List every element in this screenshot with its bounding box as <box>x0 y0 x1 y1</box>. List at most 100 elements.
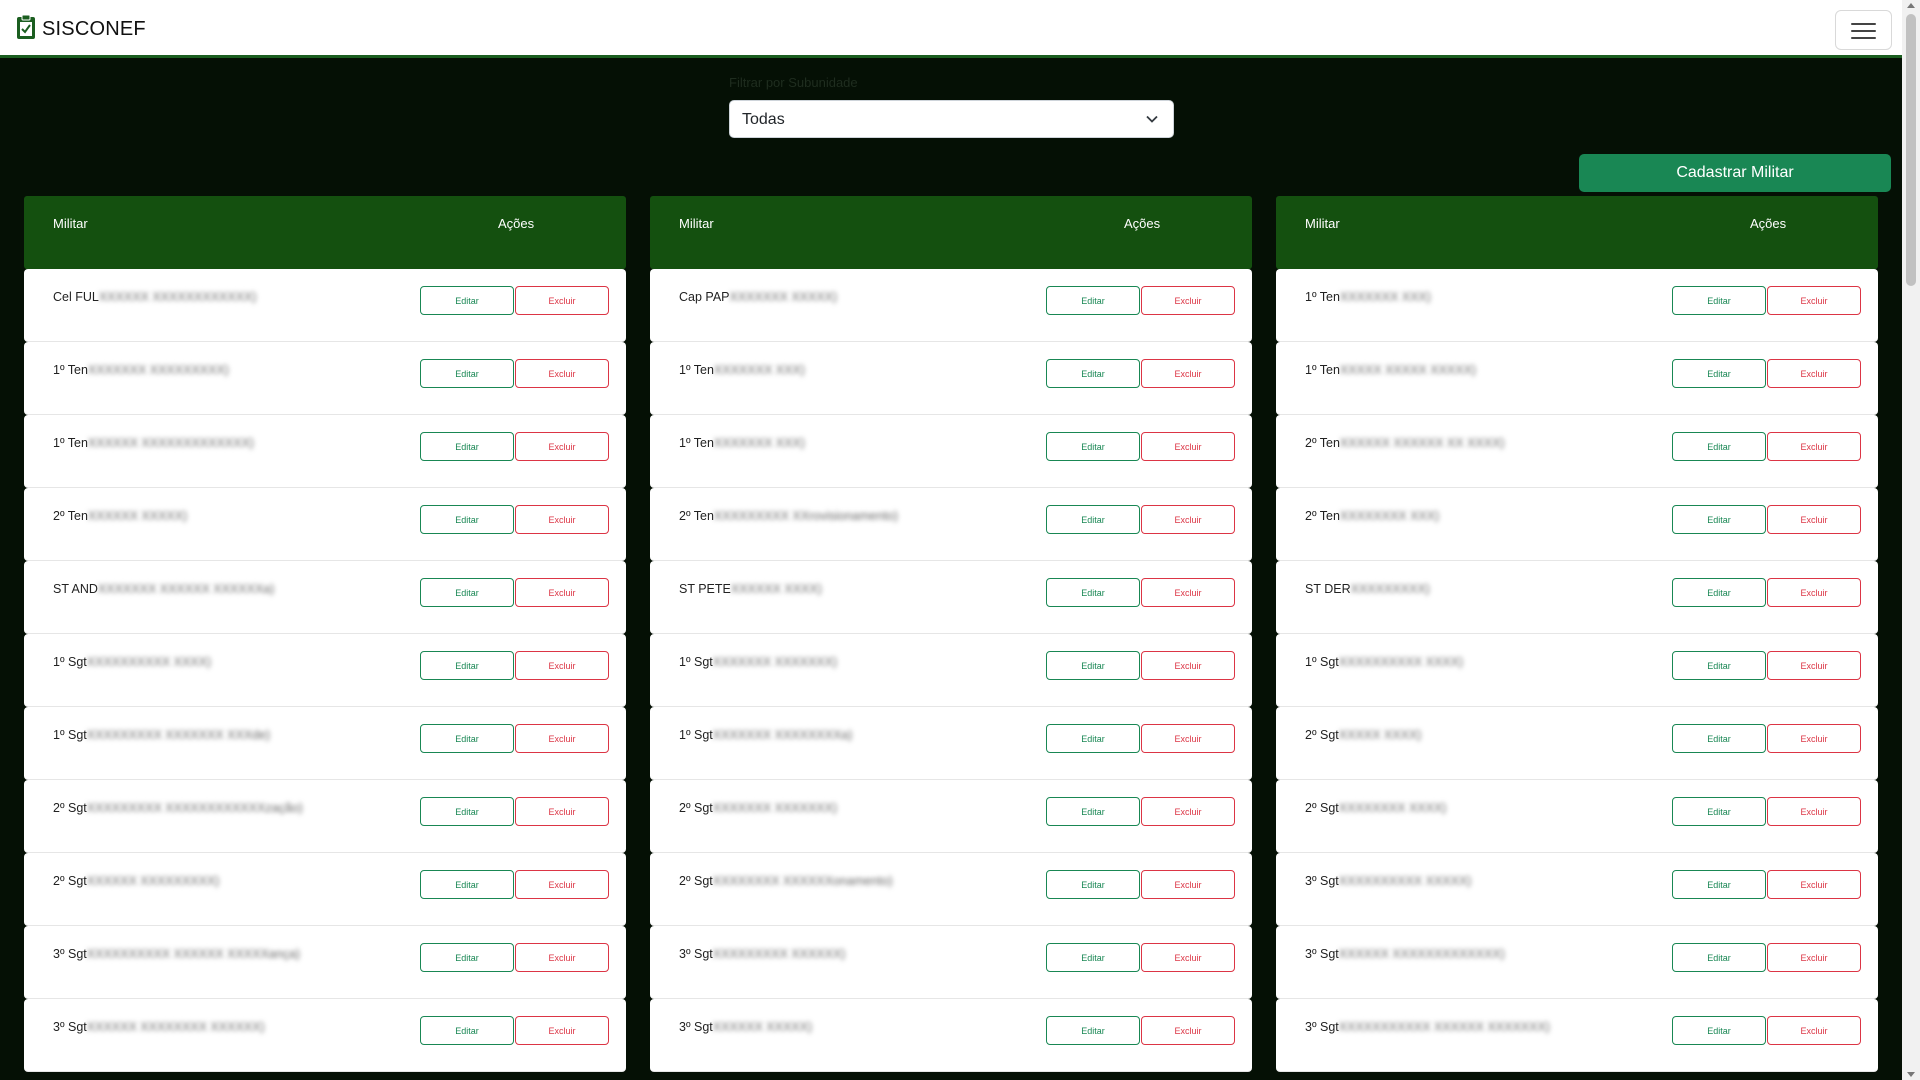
cadastrar-militar-button[interactable]: Cadastrar Militar <box>1579 154 1891 192</box>
militar-rank: 3º Sgt <box>1305 947 1339 961</box>
delete-button[interactable]: Excluir <box>515 651 609 680</box>
militar-rank: 3º Sgt <box>679 1020 713 1034</box>
edit-button[interactable]: Editar <box>420 286 514 315</box>
edit-button[interactable]: Editar <box>1046 943 1140 972</box>
edit-button[interactable]: Editar <box>1046 432 1140 461</box>
delete-button[interactable]: Excluir <box>1767 359 1861 388</box>
edit-button[interactable]: Editar <box>1046 578 1140 607</box>
edit-button[interactable]: Editar <box>420 651 514 680</box>
redacted-text: XXXXXX XXXXX) <box>712 1020 813 1034</box>
delete-button[interactable]: Excluir <box>1141 505 1235 534</box>
delete-button[interactable]: Excluir <box>1141 870 1235 899</box>
edit-button[interactable]: Editar <box>420 797 514 826</box>
delete-button[interactable]: Excluir <box>1141 1016 1235 1045</box>
edit-button[interactable]: Editar <box>1046 797 1140 826</box>
redacted-text: XXXXXXX XXXXXXXXX) <box>87 363 229 377</box>
brand[interactable]: SISCONEF <box>16 14 146 45</box>
delete-button[interactable]: Excluir <box>515 505 609 534</box>
edit-button[interactable]: Editar <box>420 724 514 753</box>
delete-button[interactable]: Excluir <box>1141 432 1235 461</box>
militar-rank: 2º Sgt <box>53 874 87 888</box>
edit-button[interactable]: Editar <box>420 359 514 388</box>
table-row: 1º TenXXXXXX XXXXXXXXXXXXX) Editar Excluir <box>24 415 626 488</box>
delete-button[interactable]: Excluir <box>1141 724 1235 753</box>
delete-button[interactable]: Excluir <box>1767 432 1861 461</box>
edit-button[interactable]: Editar <box>1672 724 1766 753</box>
delete-button[interactable]: Excluir <box>515 286 609 315</box>
edit-button[interactable]: Editar <box>1046 359 1140 388</box>
edit-button[interactable]: Editar <box>1672 505 1766 534</box>
delete-button[interactable]: Excluir <box>1767 651 1861 680</box>
militar-rank: 3º Sgt <box>1305 1020 1339 1034</box>
delete-button[interactable]: Excluir <box>1767 286 1861 315</box>
redacted-text: XXXXXXXXX) <box>1350 582 1430 596</box>
edit-button[interactable]: Editar <box>420 943 514 972</box>
delete-button[interactable]: Excluir <box>515 797 609 826</box>
edit-button[interactable]: Editar <box>1672 1016 1766 1045</box>
edit-button[interactable]: Editar <box>1046 651 1140 680</box>
edit-button[interactable]: Editar <box>1672 578 1766 607</box>
delete-button[interactable]: Excluir <box>515 432 609 461</box>
menu-toggle-button[interactable] <box>1835 10 1892 50</box>
militar-rank: 2º Sgt <box>1305 801 1339 815</box>
militar-name: 2º SgtXXXXXX XXXXXXXXX) <box>53 874 219 888</box>
edit-button[interactable]: Editar <box>1046 286 1140 315</box>
redacted-text: XXXXXXXXXXX XXXXXX XXXXXXX) <box>1338 1020 1550 1034</box>
delete-button[interactable]: Excluir <box>1767 870 1861 899</box>
delete-button[interactable]: Excluir <box>1141 943 1235 972</box>
edit-button[interactable]: Editar <box>420 1016 514 1045</box>
militar-rank: Cel FUL <box>53 290 99 304</box>
edit-button[interactable]: Editar <box>1046 1016 1140 1045</box>
edit-button[interactable]: Editar <box>1046 724 1140 753</box>
subunidade-select[interactable]: Todas <box>729 100 1174 138</box>
edit-button[interactable]: Editar <box>1672 359 1766 388</box>
table-row: 3º SgtXXXXXXXXXX XXXXX) Editar Excluir <box>1276 853 1878 926</box>
filter-label: Filtrar por Subunidade <box>729 75 858 90</box>
edit-button[interactable]: Editar <box>1672 651 1766 680</box>
delete-button[interactable]: Excluir <box>1141 286 1235 315</box>
edit-button[interactable]: Editar <box>1672 870 1766 899</box>
delete-button[interactable]: Excluir <box>1141 359 1235 388</box>
edit-button[interactable]: Editar <box>420 870 514 899</box>
edit-button[interactable]: Editar <box>1672 432 1766 461</box>
edit-button[interactable]: Editar <box>1672 943 1766 972</box>
edit-button[interactable]: Editar <box>420 432 514 461</box>
delete-button[interactable]: Excluir <box>515 943 609 972</box>
militar-rank: ST PETE <box>679 582 731 596</box>
delete-button[interactable]: Excluir <box>1767 578 1861 607</box>
edit-button[interactable]: Editar <box>420 578 514 607</box>
delete-button[interactable]: Excluir <box>1767 505 1861 534</box>
militar-rank: Cap PAP <box>679 290 730 304</box>
delete-button[interactable]: Excluir <box>1767 1016 1861 1045</box>
militar-rank: 3º Sgt <box>53 1020 87 1034</box>
edit-button[interactable]: Editar <box>1672 286 1766 315</box>
delete-button[interactable]: Excluir <box>1767 797 1861 826</box>
militar-name: 2º SgtXXXXXXXXX XXXXXXXXXXXXzação) <box>53 801 303 815</box>
table-row: 1º SgtXXXXXXX XXXXXXX) Editar Excluir <box>650 634 1252 707</box>
scrollbar-thumb[interactable] <box>1906 14 1916 286</box>
delete-button[interactable]: Excluir <box>515 578 609 607</box>
edit-button[interactable]: Editar <box>420 505 514 534</box>
delete-button[interactable]: Excluir <box>515 359 609 388</box>
edit-button[interactable]: Editar <box>1672 797 1766 826</box>
militar-name: 1º SgtXXXXXXXXXX XXXX) <box>1305 655 1463 669</box>
scroll-up-icon[interactable] <box>1907 3 1915 8</box>
militar-rank: ST AND <box>53 582 98 596</box>
table-row: 2º TenXXXXXX XXXXXX XX XXXX) Editar Exclui… <box>1276 415 1878 488</box>
edit-button[interactable]: Editar <box>1046 505 1140 534</box>
delete-button[interactable]: Excluir <box>1141 578 1235 607</box>
scroll-down-icon[interactable] <box>1907 1072 1915 1077</box>
delete-button[interactable]: Excluir <box>1141 651 1235 680</box>
scrollbar[interactable] <box>1902 0 1920 1080</box>
delete-button[interactable]: Excluir <box>1767 724 1861 753</box>
militar-name: ST ANDXXXXXXX XXXXXX XXXXXXa) <box>53 582 274 596</box>
edit-button[interactable]: Editar <box>1046 870 1140 899</box>
militar-rank: 1º Sgt <box>679 728 713 742</box>
delete-button[interactable]: Excluir <box>1767 943 1861 972</box>
table-row: 3º SgtXXXXXXXXX XXXXXX) Editar Excluir <box>650 926 1252 999</box>
delete-button[interactable]: Excluir <box>1141 797 1235 826</box>
delete-button[interactable]: Excluir <box>515 1016 609 1045</box>
delete-button[interactable]: Excluir <box>515 724 609 753</box>
delete-button[interactable]: Excluir <box>515 870 609 899</box>
militar-table-2: Militar Ações Cap PAPXXXXXXX XXXXX) Editar E… <box>650 196 1252 1072</box>
